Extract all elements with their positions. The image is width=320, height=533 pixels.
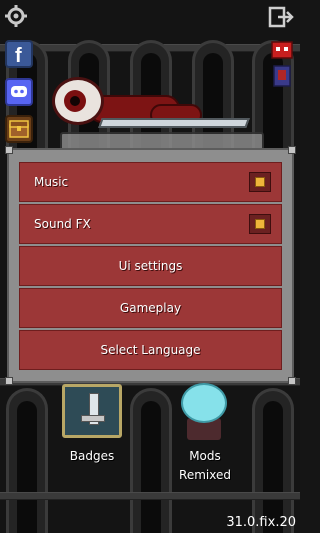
gameplay-label: Gameplay	[119, 301, 182, 315]
remixed-label: Remixed	[179, 468, 231, 482]
ui-settings-label: Ui settings	[118, 259, 183, 273]
facebook-icon[interactable]: f	[5, 40, 33, 68]
music-checkbox[interactable]	[249, 172, 271, 192]
sound-fx-checkbox[interactable]	[249, 214, 271, 234]
sound-fx-label: Sound FX	[34, 217, 91, 231]
select-language-button[interactable]: Select Language	[19, 330, 282, 370]
gameplay-button[interactable]: Gameplay	[19, 288, 282, 328]
sound-fx-toggle-row[interactable]: Sound FX	[19, 204, 282, 244]
chest-icon[interactable]	[5, 115, 33, 143]
exit-icon[interactable]	[268, 6, 294, 28]
music-toggle-row[interactable]: Music	[19, 162, 282, 202]
badges-button[interactable]	[62, 384, 122, 438]
gear-icon[interactable]	[4, 4, 28, 28]
title-eye-art	[52, 77, 104, 125]
sword-guard	[81, 415, 105, 422]
svg-text:f: f	[15, 45, 22, 66]
ui-settings-button[interactable]: Ui settings	[19, 246, 282, 286]
wall-arch	[6, 388, 48, 533]
wall-arch	[130, 388, 172, 533]
check-mark-icon	[255, 177, 265, 187]
mods-orb-button[interactable]	[181, 383, 227, 423]
discord-icon[interactable]	[5, 78, 33, 106]
settings-menu: Music Sound FX Ui settings Gameplay Sele…	[19, 162, 282, 372]
badges-label: Badges	[69, 449, 115, 463]
title-sword-art	[98, 118, 250, 128]
mascot-icon[interactable]	[268, 40, 296, 92]
check-mark-icon	[255, 219, 265, 229]
settings-dialog: Music Sound FX Ui settings Gameplay Sele…	[5, 146, 296, 385]
wall-band	[0, 492, 300, 500]
mods-label: Mods	[189, 449, 221, 463]
version-label: 31.0.fix.20	[226, 515, 296, 530]
wall-arch	[252, 388, 294, 533]
music-label: Music	[34, 175, 69, 189]
select-language-label: Select Language	[100, 343, 201, 357]
